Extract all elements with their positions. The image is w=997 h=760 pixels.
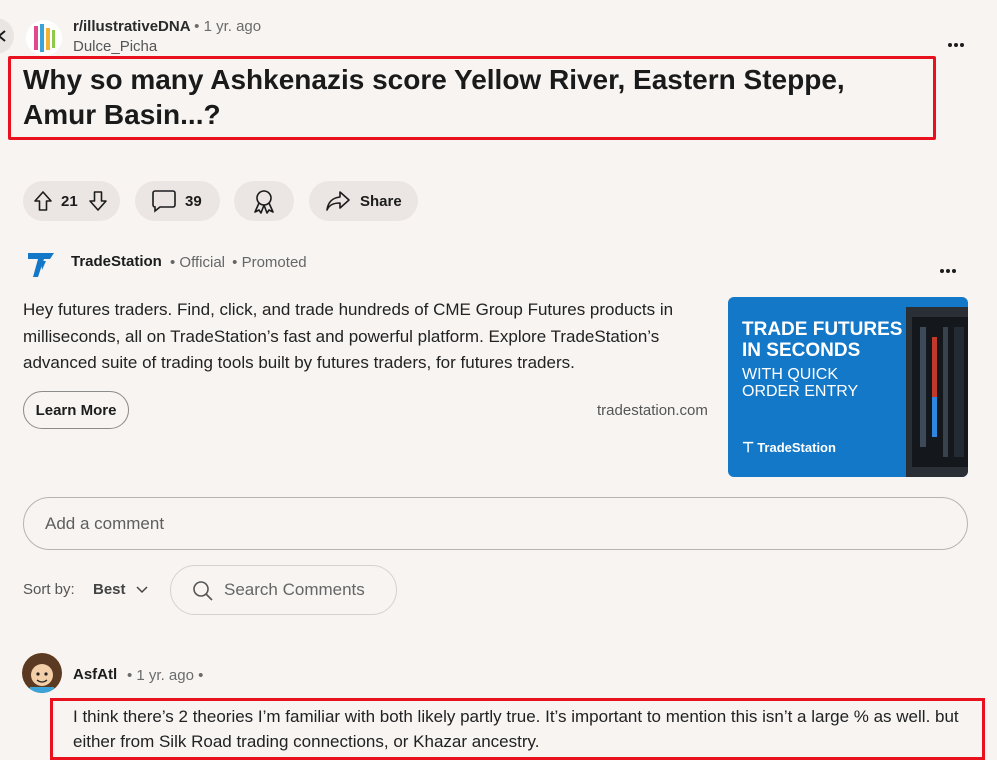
ad-banner-image[interactable]: TRADE FUTURES IN SECONDS WITH QUICK ORDE… xyxy=(728,297,968,477)
learn-more-button[interactable]: Learn More xyxy=(23,391,129,429)
banner-subheadline: WITH QUICK ORDER ENTRY xyxy=(742,366,859,400)
promoted-label: • Promoted xyxy=(232,254,307,271)
downvote-icon[interactable] xyxy=(87,190,109,212)
share-icon xyxy=(326,191,350,211)
back-button[interactable] xyxy=(0,18,14,54)
ad-meta: • Official • Promoted xyxy=(170,254,307,271)
back-arrow-icon xyxy=(0,30,6,42)
avatar[interactable] xyxy=(22,653,62,693)
banner-headline: TRADE FUTURES IN SECONDS xyxy=(742,319,903,361)
upvote-icon[interactable] xyxy=(32,190,54,212)
sort-label: Sort by: xyxy=(23,581,75,598)
banner-logo-icon: ⊤ xyxy=(742,439,755,455)
post-header: r/illustrativeDNA • 1 yr. ago xyxy=(73,18,261,35)
official-label: • Official xyxy=(170,254,225,271)
sort-value: Best xyxy=(93,581,126,598)
vote-count: 21 xyxy=(61,192,78,210)
award-button[interactable] xyxy=(234,181,294,221)
ad-body-text: Hey futures traders. Find, click, and tr… xyxy=(23,300,674,372)
advertiser-name[interactable]: TradeStation xyxy=(71,253,162,270)
comments-button[interactable]: 39 xyxy=(135,181,220,221)
comment-count: 39 xyxy=(185,192,202,210)
post-title: Why so many Ashkenazis score Yellow Rive… xyxy=(23,64,845,130)
share-button[interactable]: Share xyxy=(309,181,418,221)
sort-dropdown[interactable]: Best xyxy=(93,581,148,598)
search-comments-input[interactable]: Search Comments xyxy=(170,565,397,615)
award-icon xyxy=(254,190,274,214)
more-options-icon[interactable] xyxy=(948,34,970,47)
comment-author[interactable]: AsfAtl xyxy=(73,666,117,683)
add-comment-input[interactable]: Add a comment xyxy=(23,497,968,550)
post-time: • 1 yr. ago xyxy=(194,18,262,35)
banner-brand: ⊤ TradeStation xyxy=(742,439,836,456)
share-label: Share xyxy=(360,192,402,210)
tradestation-logo[interactable] xyxy=(25,248,57,280)
comment-icon xyxy=(152,190,176,213)
chevron-down-icon xyxy=(136,586,148,594)
search-comments-placeholder: Search Comments xyxy=(224,580,365,599)
vote-pill: 21 xyxy=(23,181,120,221)
subreddit-avatar[interactable] xyxy=(26,20,62,56)
ad-domain-link[interactable]: tradestation.com xyxy=(597,402,708,419)
comment-body: I think there’s 2 theories I’m familiar … xyxy=(73,707,959,751)
post-author[interactable]: Dulce_Picha xyxy=(73,38,157,55)
comment-meta: • 1 yr. ago • xyxy=(127,667,204,684)
search-icon xyxy=(193,581,213,601)
banner-brand-text: TradeStation xyxy=(757,440,836,455)
subreddit-name[interactable]: r/illustrativeDNA xyxy=(73,18,190,35)
ad-more-options-icon[interactable] xyxy=(940,260,962,273)
